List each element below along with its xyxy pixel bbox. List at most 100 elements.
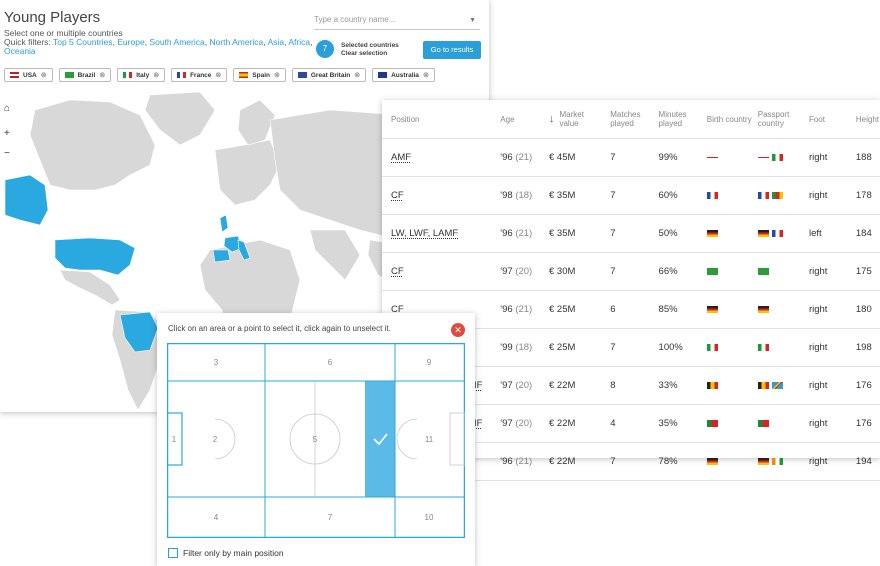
chevron-down-icon[interactable]: ▼ — [469, 17, 476, 24]
birth-year: '97 — [500, 380, 513, 391]
close-icon[interactable]: ✕ — [451, 323, 465, 337]
chip-label: Great Britain — [310, 71, 351, 79]
age-years: (20) — [515, 380, 533, 391]
country-chip[interactable]: Australia ⊗ — [372, 68, 435, 82]
country-chip[interactable]: Brazil ⊗ — [58, 68, 112, 82]
cell-birth-country — [705, 290, 757, 329]
quick-filter-link[interactable]: Africa — [288, 37, 310, 47]
chip-label: Spain — [252, 71, 270, 79]
zoom-out-button[interactable]: − — [4, 148, 10, 159]
map-alaska-selected — [4, 174, 49, 226]
col-age[interactable]: Age — [499, 100, 548, 139]
zone-10[interactable]: 10 — [425, 513, 434, 522]
remove-chip-icon[interactable]: ⊗ — [423, 71, 429, 79]
spain-flag-icon — [239, 72, 249, 78]
col-passport-country[interactable]: Passport country — [756, 100, 808, 139]
col-position[interactable]: Position — [382, 100, 500, 139]
cell-birth-country — [705, 138, 757, 177]
country-chips: USA ⊗ Brazil ⊗ Italy ⊗ France ⊗ Spain ⊗ Great Brit… — [4, 68, 435, 82]
cell-passport-country — [756, 328, 808, 367]
cell-position[interactable]: LW, LWF, LAMF — [382, 214, 500, 253]
cell-foot: right — [807, 366, 855, 405]
remove-chip-icon[interactable]: ⊗ — [274, 71, 280, 79]
subtitle: Select one or multiple countries Quick f… — [4, 29, 314, 56]
cell-matches: 6 — [609, 290, 658, 329]
age-years: (18) — [515, 190, 533, 201]
birth-year: '97 — [500, 418, 513, 429]
cell-minutes: 100% — [657, 328, 706, 367]
quick-filter-link[interactable]: South America — [149, 37, 204, 47]
col-height[interactable]: Height — [854, 100, 880, 139]
remove-chip-icon[interactable]: ⊗ — [41, 71, 47, 79]
cell-minutes: 35% — [657, 404, 706, 443]
quick-filter-link[interactable]: Europe — [117, 37, 144, 47]
country-chip[interactable]: Italy ⊗ — [117, 68, 166, 82]
italy-flag-icon — [706, 343, 718, 351]
age-years: (21) — [515, 152, 533, 163]
cell-height: 180 — [854, 290, 880, 329]
birth-year: '98 — [500, 190, 513, 201]
england-flag-icon — [757, 153, 769, 161]
zone-4[interactable]: 4 — [214, 513, 219, 522]
country-chip[interactable]: Great Britain ⊗ — [291, 68, 367, 82]
go-to-results-button[interactable]: Go to results — [423, 41, 481, 59]
cell-market-value: € 35M — [547, 214, 610, 253]
zone-2[interactable]: 2 — [213, 435, 218, 444]
germany-flag-icon — [757, 229, 769, 237]
country-chip[interactable]: Spain ⊗ — [233, 68, 286, 82]
cell-position[interactable]: AMF — [382, 138, 500, 177]
quick-filter-link[interactable]: Top 5 Countries — [53, 37, 113, 47]
table-row[interactable]: CF '98 (18) € 35M 7 60% right 178 — [382, 176, 880, 215]
cell-market-value: € 22M — [547, 442, 610, 481]
home-icon[interactable]: ⌂ — [4, 103, 10, 114]
main-position-filter[interactable]: Filter only by main position — [168, 548, 284, 558]
table-row[interactable]: CF '97 (20) € 30M 7 66% right 175 — [382, 252, 880, 291]
australia-flag-icon — [378, 72, 388, 78]
checkbox[interactable] — [168, 548, 178, 558]
zone-9[interactable]: 9 — [427, 358, 432, 367]
quick-filter-link[interactable]: Oceania — [4, 46, 36, 56]
country-search-input[interactable]: Type a country name... ▼ — [314, 12, 480, 30]
col-market-value[interactable]: ↓ Market value — [547, 100, 610, 139]
france-flag-icon — [757, 191, 769, 199]
zone-7[interactable]: 7 — [328, 513, 333, 522]
cell-position[interactable]: CF — [382, 252, 500, 291]
cell-birth-country — [705, 442, 757, 481]
remove-chip-icon[interactable]: ⊗ — [153, 71, 159, 79]
table-row[interactable]: AMF '96 (21) € 45M 7 99% right 188 — [382, 138, 880, 177]
germany-flag-icon — [706, 457, 718, 465]
col-foot[interactable]: Foot — [807, 100, 855, 139]
table-row[interactable]: LW, LWF, LAMF '96 (21) € 35M 7 50% left 184 — [382, 214, 880, 253]
zone-5[interactable]: 5 — [313, 435, 318, 444]
zone-3[interactable]: 3 — [214, 358, 219, 367]
age-years: (21) — [515, 228, 533, 239]
country-chip[interactable]: USA ⊗ — [4, 68, 53, 82]
zone-6[interactable]: 6 — [328, 358, 333, 367]
remove-chip-icon[interactable]: ⊗ — [215, 71, 221, 79]
birth-year: '96 — [500, 152, 513, 163]
quick-filter-link[interactable]: North America — [209, 37, 263, 47]
age-years: (21) — [515, 304, 533, 315]
zone-selected[interactable] — [365, 381, 395, 497]
pitch[interactable]: 3 6 9 1 2 5 11 4 7 10 — [167, 343, 465, 538]
cell-height: 176 — [854, 404, 880, 443]
clear-selection-link[interactable]: Clear selection — [341, 50, 399, 58]
col-birth-country[interactable]: Birth country — [705, 100, 757, 139]
col-minutes[interactable]: Minutes played — [657, 100, 706, 139]
map-canada — [29, 99, 156, 191]
cell-position[interactable]: CF — [382, 176, 500, 215]
zone-1[interactable]: 1 — [172, 435, 177, 444]
remove-chip-icon[interactable]: ⊗ — [99, 71, 105, 79]
remove-chip-icon[interactable]: ⊗ — [354, 71, 360, 79]
cell-age: '97 (20) — [499, 252, 548, 291]
cell-age: '97 (20) — [499, 366, 548, 405]
zoom-in-button[interactable]: + — [4, 128, 10, 139]
birth-year: '96 — [500, 304, 513, 315]
age-years: (20) — [515, 266, 533, 277]
quick-filter-link[interactable]: Asia — [268, 37, 285, 47]
col-market-value-label: Market value — [559, 110, 584, 128]
zone-11[interactable]: 11 — [425, 435, 434, 444]
cell-birth-country — [705, 366, 757, 405]
col-matches[interactable]: Matches played — [609, 100, 658, 139]
country-chip[interactable]: France ⊗ — [171, 68, 228, 82]
